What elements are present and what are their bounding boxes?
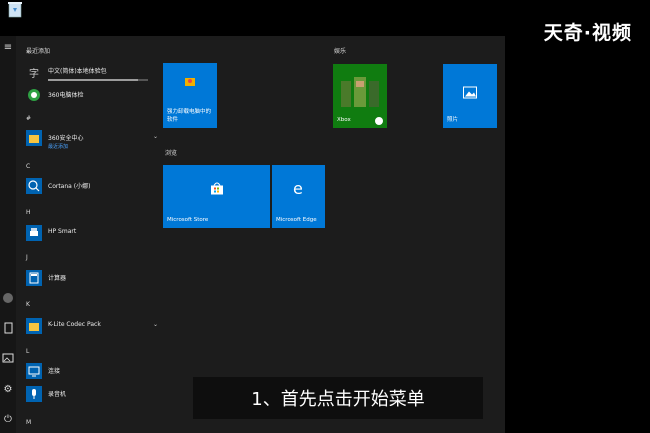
section-letter[interactable]: L — [26, 348, 29, 355]
settings-gear-icon[interactable]: ⚙ — [2, 384, 14, 396]
folder-icon — [26, 130, 42, 146]
group-label-browse[interactable]: 浏览 — [165, 148, 177, 157]
subtitle-caption: 1、首先点击开始菜单 — [193, 377, 483, 419]
power-icon[interactable]: ⏻ — [2, 414, 14, 426]
list-item[interactable]: HP Smart — [26, 224, 166, 242]
folder-icon — [26, 318, 42, 334]
voice-recorder-icon — [26, 386, 42, 402]
package-icon — [182, 73, 198, 93]
app-list: 最近添加 字 中文(简体)本地体验包 360电脑体检 # 360安全中心 最近添… — [20, 36, 160, 433]
section-letter[interactable]: # — [26, 115, 31, 122]
chevron-down-icon[interactable]: ⌄ — [153, 133, 158, 140]
recycle-bin-icon[interactable] — [4, 0, 26, 18]
store-bag-icon — [210, 181, 224, 200]
list-item[interactable]: 字 中文(简体)本地体验包 — [26, 64, 166, 82]
language-pack-icon: 字 — [26, 65, 42, 81]
list-item[interactable]: K-Lite Codec Pack ⌄ — [26, 317, 166, 335]
xbox-logo-icon — [375, 117, 383, 125]
list-item[interactable]: 360安全中心 最近添加 ⌄ — [26, 129, 166, 150]
list-item[interactable]: 360电脑体检 — [26, 86, 166, 104]
calculator-icon — [26, 270, 42, 286]
user-avatar-icon[interactable] — [2, 292, 14, 304]
svg-text:e: e — [293, 180, 303, 196]
list-item[interactable]: 录音机 — [26, 385, 166, 403]
documents-icon[interactable] — [2, 322, 14, 334]
list-item[interactable]: 连接 — [26, 362, 166, 380]
chevron-down-icon[interactable]: ⌄ — [153, 321, 158, 328]
connect-icon — [26, 363, 42, 379]
section-letter[interactable]: H — [26, 209, 31, 216]
section-letter[interactable]: J — [26, 254, 28, 261]
section-letter[interactable]: M — [26, 419, 31, 426]
printer-icon — [26, 225, 42, 241]
hamburger-menu-icon[interactable]: ≡ — [2, 42, 14, 54]
360-checkup-icon — [26, 87, 42, 103]
list-item[interactable]: Cortana (小娜) — [26, 177, 166, 195]
tile-xbox[interactable]: Xbox — [333, 64, 387, 128]
xbox-characters-icon — [338, 73, 382, 113]
tile-photos[interactable]: 照片 — [443, 64, 497, 128]
edge-icon: e — [291, 179, 307, 200]
group-label-entertainment[interactable]: 娱乐 — [334, 46, 346, 55]
list-item[interactable]: 计算器 — [26, 269, 166, 287]
tile-microsoft-store[interactable]: Microsoft Store — [163, 165, 270, 228]
tile-uninstall[interactable]: 强力卸载电脑中的软件 — [163, 63, 217, 128]
photos-icon — [463, 83, 477, 102]
recently-added-header: 最近添加 — [26, 48, 51, 55]
pictures-icon[interactable] — [2, 352, 14, 364]
tile-microsoft-edge[interactable]: e Microsoft Edge — [272, 165, 325, 228]
search-icon — [26, 178, 42, 194]
install-progress-bar — [48, 79, 148, 81]
start-rail: ≡ ⚙ ⏻ — [0, 36, 16, 433]
section-letter[interactable]: K — [26, 301, 30, 308]
section-letter[interactable]: C — [26, 163, 30, 170]
watermark-logo: 天奇·视频 — [543, 22, 632, 44]
svg-text:字: 字 — [29, 67, 39, 80]
